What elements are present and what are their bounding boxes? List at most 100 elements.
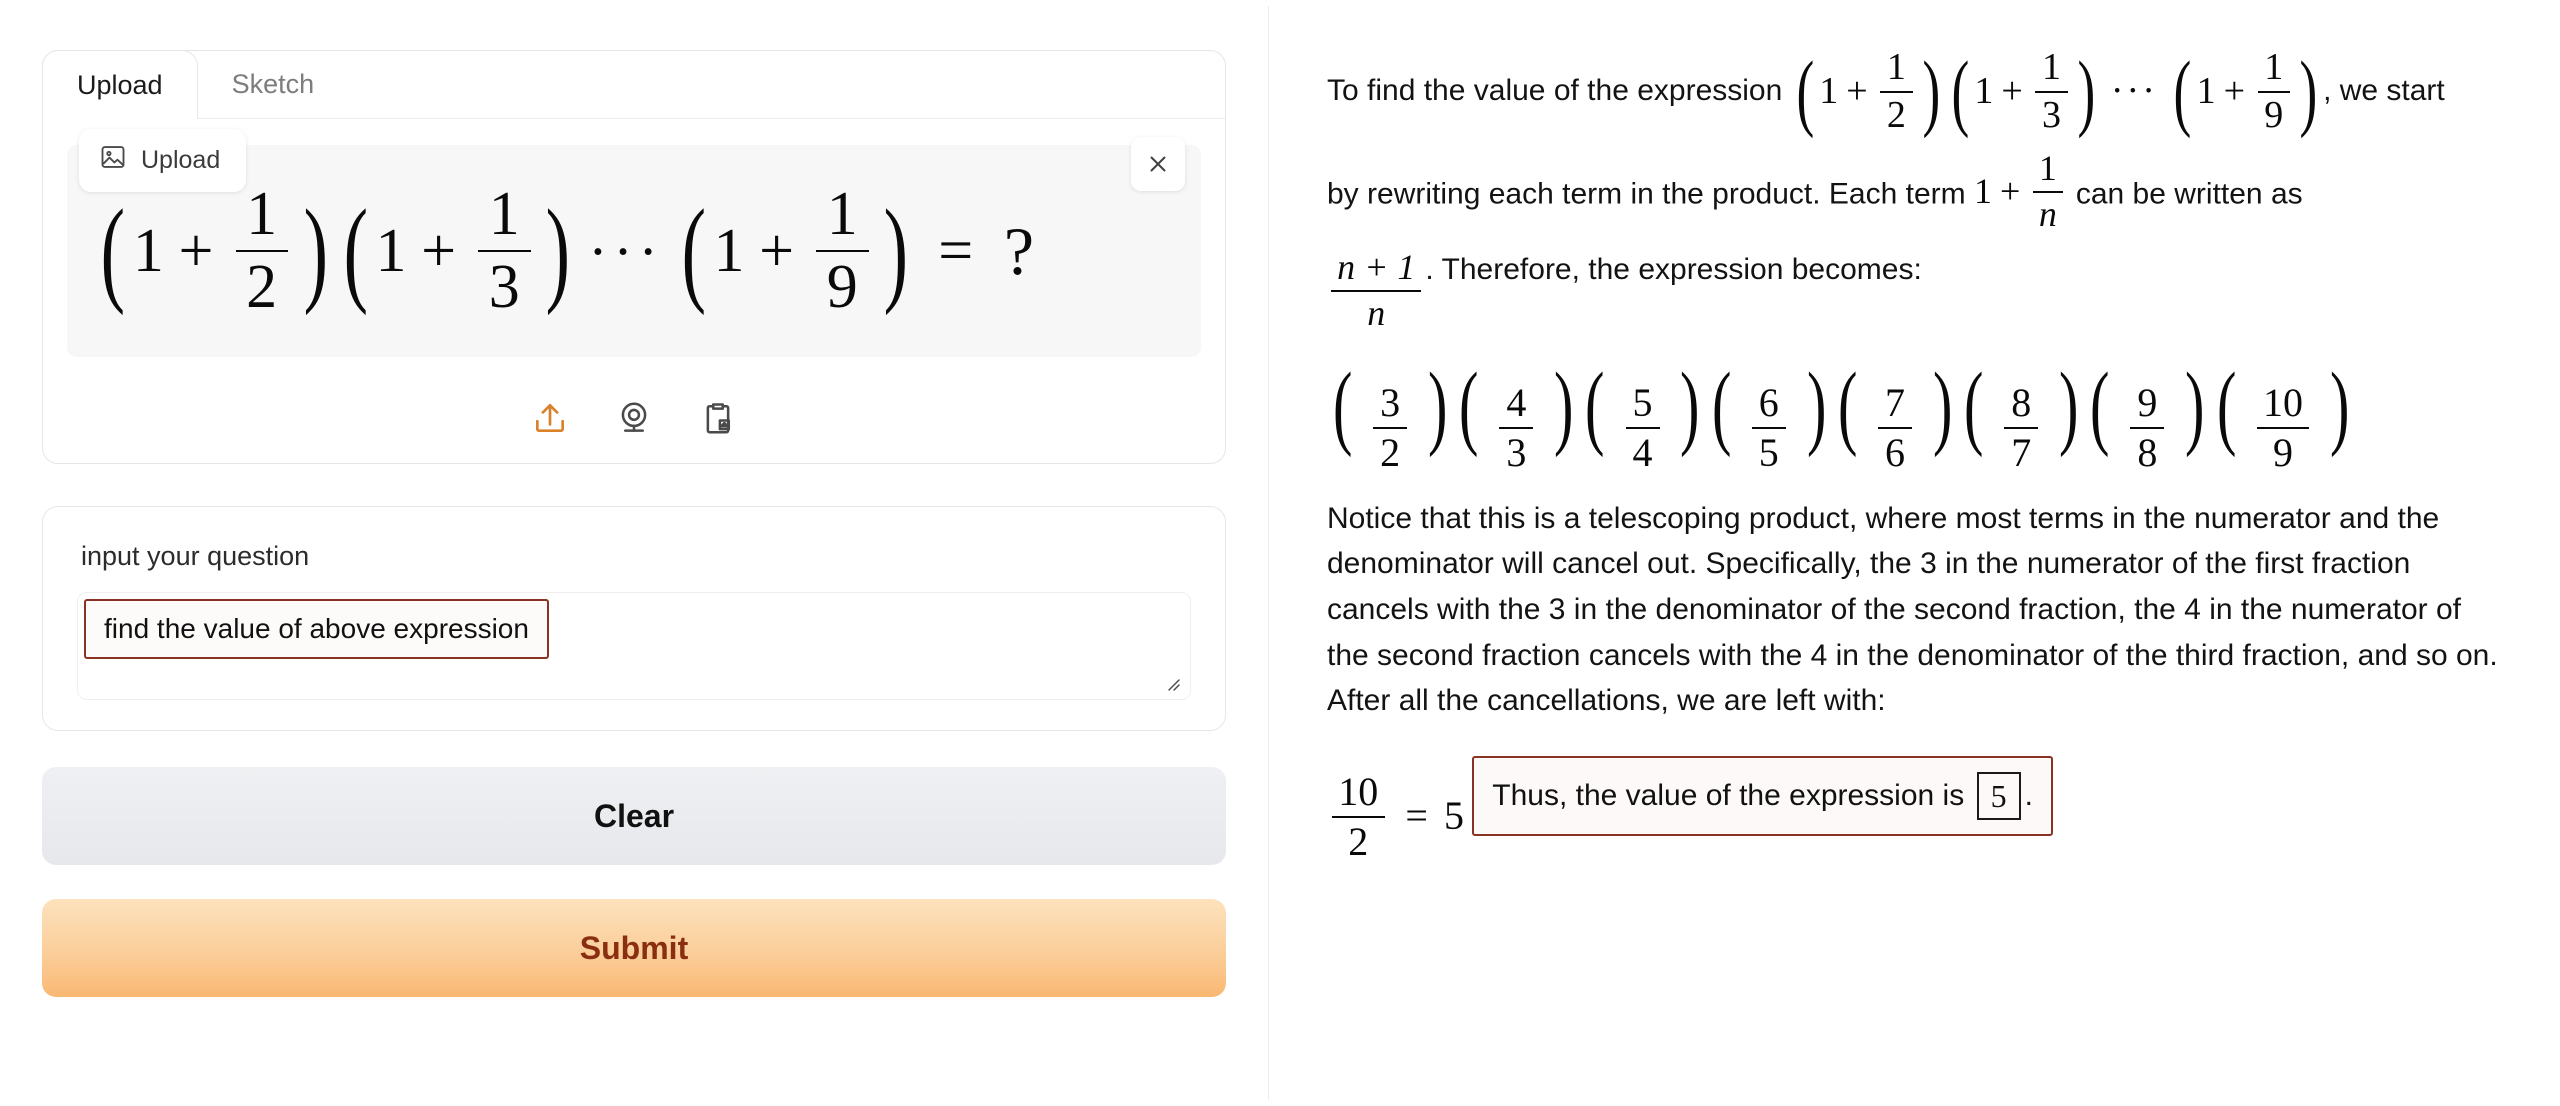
close-icon[interactable] [1131, 137, 1185, 191]
inline-term-1-fraction: 1 2 [1880, 47, 1913, 136]
term-3-numerator: 1 [826, 179, 859, 248]
term-3-plus: + [759, 216, 795, 285]
paren-close: ) [1680, 353, 1700, 458]
np1-denominator: n [1367, 293, 1386, 334]
intro-paragraph: To find the value of the expression ( 1 … [1327, 43, 2500, 140]
inline-term-2-plus: + [2001, 70, 2023, 113]
therefore-text: . Therefore, the expression becomes: [1425, 253, 1922, 287]
paren-close: ) [2330, 353, 2350, 458]
therefore-paragraph: n + 1 n . Therefore, the expression beco… [1327, 247, 2500, 333]
expression-image-content: ( 1 + 1 2 ) ( 1 + 1 3) ··· (1 + 1 9) … [67, 179, 1035, 321]
paren-close: ) [1932, 353, 1953, 458]
product-fraction-6: 8 7 [2004, 379, 2039, 475]
paren-open-1: ( [1796, 43, 1814, 140]
paren-open: ( [1459, 353, 1479, 458]
paren-close: ) [2058, 353, 2079, 458]
fraction-product-row: ( 3 2 ) ( 4 3 ) ( 5 4) (6 5) (7 6) … [1327, 353, 2356, 475]
fraction-bar [1751, 426, 1786, 429]
inline-expression: ( 1 + 1 2 ) ( 1 + 1 3 ) ··· (1 + 1 9) [1791, 43, 2323, 140]
ellipsis: ··· [2110, 70, 2158, 113]
question-input[interactable]: find the value of above expression [77, 592, 1191, 700]
term-2-one: 1 [375, 216, 408, 285]
product-item: ( 6 5 ) [1706, 353, 1832, 475]
resize-handle[interactable] [1158, 669, 1182, 693]
numerator: 7 [1884, 379, 1905, 425]
upload-button[interactable]: Upload [79, 129, 247, 192]
final-equation: 10 2 = 5 [1327, 770, 1464, 863]
product-item: ( 7 6 ) [1832, 353, 1958, 475]
denominator: 7 [2011, 429, 2032, 475]
fraction-bar [816, 250, 869, 252]
denominator: 6 [1884, 429, 1905, 475]
paren-close: ) [2185, 353, 2205, 458]
term-n-one: 1 [1973, 171, 1992, 212]
numerator: 6 [1758, 379, 1779, 425]
paren-open-1: ( [100, 185, 126, 317]
rewrite-text-before: by rewriting each term in the product. E… [1327, 177, 1966, 211]
ellipsis: ··· [588, 218, 664, 284]
tab-sketch[interactable]: Sketch [198, 50, 349, 118]
final-value: 5 [1443, 793, 1464, 839]
np1-numerator: n + 1 [1337, 247, 1416, 288]
product-fraction-4: 6 5 [1751, 379, 1786, 475]
clear-button[interactable]: Clear [42, 767, 1226, 865]
paren-open: ( [1711, 353, 1732, 458]
question-card: input your question find the value of ab… [42, 506, 1226, 731]
paren-open: ( [1964, 353, 1984, 458]
telescoping-paragraph: Notice that this is a telescoping produc… [1327, 501, 2498, 718]
tab-upload[interactable]: Upload [42, 50, 198, 119]
paren-open-2: ( [1951, 43, 1969, 140]
upload-icon[interactable] [531, 399, 569, 437]
term-1-one: 1 [132, 216, 165, 285]
denominator: 5 [1758, 429, 1779, 475]
paren-open: ( [2216, 353, 2236, 458]
paren-close-2: ) [545, 185, 571, 317]
final-fraction: 10 2 [1331, 770, 1385, 863]
term-3-one: 1 [713, 216, 746, 285]
tab-upload-label: Upload [77, 70, 163, 100]
product-fraction-5: 7 6 [1877, 379, 1912, 475]
denominator: 2 [1380, 429, 1401, 475]
term-2-numerator: 1 [488, 179, 521, 248]
term-n-numerator: 1 [2038, 147, 2057, 188]
tab-sketch-label: Sketch [231, 69, 315, 99]
inline-term-2-one: 1 [1974, 70, 1994, 113]
paren-open-3: ( [2173, 43, 2192, 140]
clipboard-paste-icon[interactable] [699, 399, 737, 437]
boxed-answer: 5 [1976, 771, 2021, 820]
app-root: Upload Sketch Upload (1 + 1 2) (1 + 1… [0, 0, 2560, 1106]
product-fraction-3: 5 4 [1625, 379, 1660, 474]
fraction-bar [1877, 426, 1912, 429]
term-n-expression: 1 + 1 n [1973, 147, 2068, 234]
conclusion-period: . [2024, 778, 2033, 812]
rewrite-text-after: can be written as [2075, 177, 2303, 211]
paren-close-2: ) [2077, 43, 2096, 140]
image-icon [99, 143, 127, 178]
webcam-icon[interactable] [615, 399, 653, 437]
denominator: 8 [2137, 429, 2158, 475]
inline-term-3-fraction: 1 9 [2257, 46, 2290, 136]
paren-open-3: ( [681, 185, 706, 317]
numerator: 9 [2137, 379, 2158, 425]
left-panel: Upload Sketch Upload (1 + 1 2) (1 + 1… [0, 0, 1268, 1106]
term-n-plus: + [1999, 171, 2021, 212]
inline-term-2-numerator: 1 [2042, 46, 2062, 88]
submit-button-label: Submit [579, 929, 689, 966]
numerator: 8 [2011, 379, 2032, 425]
fraction-bar [2257, 90, 2290, 93]
numerator: 5 [1632, 379, 1653, 425]
submit-button[interactable]: Submit [42, 899, 1226, 997]
conclusion-box: Thus, the value of the expression is 5. [1472, 755, 2053, 836]
denominator: 9 [2273, 429, 2294, 475]
inline-term-3-numerator: 1 [2264, 46, 2284, 88]
question-mark: ? [1003, 212, 1035, 289]
product-fraction-1: 3 2 [1373, 381, 1408, 475]
term-3-denominator: 9 [826, 253, 859, 321]
term-2-plus: + [421, 216, 457, 285]
intro-text-after: , we start [2323, 73, 2445, 107]
term-2-denominator: 3 [488, 253, 521, 321]
fraction-bar [2256, 426, 2310, 429]
question-input-value: find the value of above expression [84, 599, 549, 659]
paren-close-3: ) [883, 185, 909, 317]
product-fraction-8: 10 9 [2256, 381, 2310, 475]
